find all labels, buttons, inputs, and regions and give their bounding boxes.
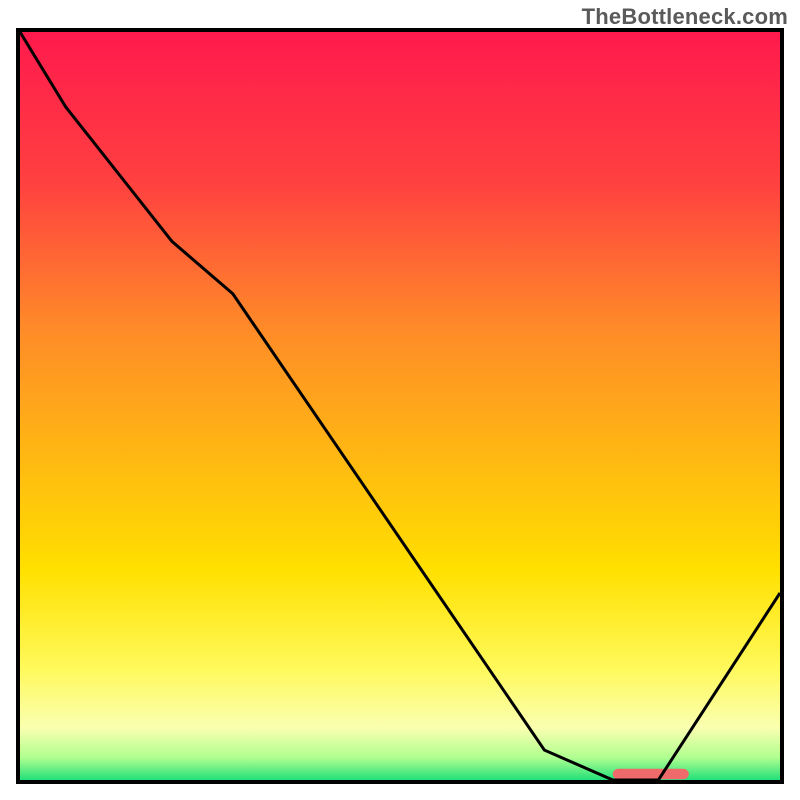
chart-svg xyxy=(20,32,780,780)
optimal-marker xyxy=(613,769,689,779)
plot-area xyxy=(16,28,784,784)
attribution-text: TheBottleneck.com xyxy=(582,4,788,30)
heatmap-background xyxy=(20,32,780,780)
chart-frame: TheBottleneck.com xyxy=(0,0,800,800)
